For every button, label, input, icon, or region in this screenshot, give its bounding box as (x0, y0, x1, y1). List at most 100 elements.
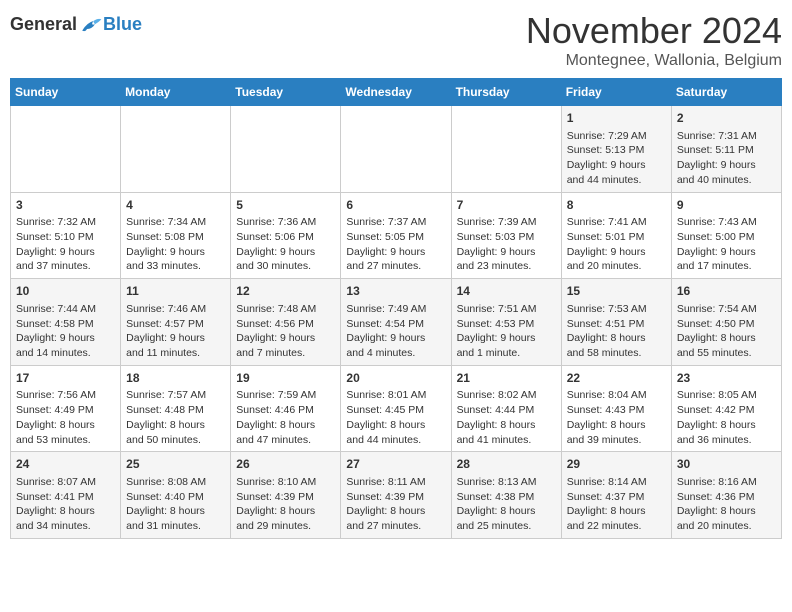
logo-general-text: General (10, 14, 77, 35)
day-number: 17 (16, 370, 115, 387)
day-cell: 5Sunrise: 7:36 AM Sunset: 5:06 PM Daylig… (231, 192, 341, 279)
day-cell: 24 Sunrise: 8:07 AM Sunset: 4:41 PM Dayli… (11, 452, 121, 539)
day-info: Sunrise: 7:34 AM Sunset: 5:08 PM Dayligh… (126, 215, 225, 274)
day-number: 4 (126, 197, 225, 214)
column-header-friday: Friday (561, 79, 671, 106)
day-number: 23 (677, 370, 776, 387)
calendar-table: SundayMondayTuesdayWednesdayThursdayFrid… (10, 78, 782, 539)
location-subtitle: Montegnee, Wallonia, Belgium (526, 52, 782, 70)
day-info: Sunrise: 7:48 AM Sunset: 4:56 PM Dayligh… (236, 302, 335, 361)
day-cell: 17Sunrise: 7:56 AM Sunset: 4:49 PM Dayli… (11, 365, 121, 452)
day-cell (231, 106, 341, 193)
day-info: Sunrise: 7:41 AM Sunset: 5:01 PM Dayligh… (567, 215, 666, 274)
day-info: Sunrise: 7:39 AM Sunset: 5:03 PM Dayligh… (457, 215, 556, 274)
day-number: 1 (567, 110, 666, 127)
day-info: Sunrise: 8:08 AM Sunset: 4:40 PM Dayligh… (126, 475, 225, 534)
day-info: Sunrise: 7:32 AM Sunset: 5:10 PM Dayligh… (16, 215, 115, 274)
column-header-thursday: Thursday (451, 79, 561, 106)
day-cell: 16 Sunrise: 7:54 AM Sunset: 4:50 PM Dayli… (671, 279, 781, 366)
day-number: 2 (677, 110, 776, 127)
day-number: 12 (236, 283, 335, 300)
week-row-5: 24 Sunrise: 8:07 AM Sunset: 4:41 PM Dayli… (11, 452, 782, 539)
day-cell: 26 Sunrise: 8:10 AM Sunset: 4:39 PM Dayli… (231, 452, 341, 539)
day-number: 7 (457, 197, 556, 214)
day-number: 27 (346, 456, 445, 473)
day-number: 22 (567, 370, 666, 387)
day-number: 24 (16, 456, 115, 473)
day-info: Sunrise: 8:05 AM Sunset: 4:42 PM Dayligh… (677, 388, 776, 447)
day-info: Sunrise: 7:59 AM Sunset: 4:46 PM Dayligh… (236, 388, 335, 447)
day-info: Sunrise: 8:13 AM Sunset: 4:38 PM Dayligh… (457, 475, 556, 534)
day-info: Sunrise: 7:51 AM Sunset: 4:53 PM Dayligh… (457, 302, 556, 361)
day-number: 14 (457, 283, 556, 300)
day-info: Sunrise: 8:04 AM Sunset: 4:43 PM Dayligh… (567, 388, 666, 447)
day-cell: 27Sunrise: 8:11 AM Sunset: 4:39 PM Dayli… (341, 452, 451, 539)
week-row-1: 1 Sunrise: 7:29 AM Sunset: 5:13 PM Daylig… (11, 106, 782, 193)
day-info: Sunrise: 7:29 AM Sunset: 5:13 PM Dayligh… (567, 129, 666, 188)
day-number: 25 (126, 456, 225, 473)
day-cell: 25 Sunrise: 8:08 AM Sunset: 4:40 PM Dayli… (121, 452, 231, 539)
day-cell: 19Sunrise: 7:59 AM Sunset: 4:46 PM Dayli… (231, 365, 341, 452)
day-cell: 9Sunrise: 7:43 AM Sunset: 5:00 PM Daylig… (671, 192, 781, 279)
day-cell: 20Sunrise: 8:01 AM Sunset: 4:45 PM Dayli… (341, 365, 451, 452)
day-info: Sunrise: 7:44 AM Sunset: 4:58 PM Dayligh… (16, 302, 115, 361)
month-title: November 2024 (526, 10, 782, 52)
day-number: 16 (677, 283, 776, 300)
logo-blue-text: Blue (103, 14, 142, 35)
day-info: Sunrise: 7:37 AM Sunset: 5:05 PM Dayligh… (346, 215, 445, 274)
day-info: Sunrise: 8:01 AM Sunset: 4:45 PM Dayligh… (346, 388, 445, 447)
day-number: 30 (677, 456, 776, 473)
day-cell: 7Sunrise: 7:39 AM Sunset: 5:03 PM Daylig… (451, 192, 561, 279)
day-info: Sunrise: 8:10 AM Sunset: 4:39 PM Dayligh… (236, 475, 335, 534)
day-info: Sunrise: 7:46 AM Sunset: 4:57 PM Dayligh… (126, 302, 225, 361)
day-number: 6 (346, 197, 445, 214)
day-number: 26 (236, 456, 335, 473)
title-area: November 2024 Montegnee, Wallonia, Belgi… (526, 10, 782, 70)
day-cell (121, 106, 231, 193)
day-cell: 23Sunrise: 8:05 AM Sunset: 4:42 PM Dayli… (671, 365, 781, 452)
day-number: 13 (346, 283, 445, 300)
day-number: 28 (457, 456, 556, 473)
week-row-4: 17Sunrise: 7:56 AM Sunset: 4:49 PM Dayli… (11, 365, 782, 452)
day-number: 8 (567, 197, 666, 214)
day-info: Sunrise: 8:02 AM Sunset: 4:44 PM Dayligh… (457, 388, 556, 447)
day-number: 9 (677, 197, 776, 214)
day-info: Sunrise: 7:57 AM Sunset: 4:48 PM Dayligh… (126, 388, 225, 447)
day-info: Sunrise: 8:14 AM Sunset: 4:37 PM Dayligh… (567, 475, 666, 534)
day-cell: 11Sunrise: 7:46 AM Sunset: 4:57 PM Dayli… (121, 279, 231, 366)
day-number: 19 (236, 370, 335, 387)
day-number: 10 (16, 283, 115, 300)
day-number: 29 (567, 456, 666, 473)
day-info: Sunrise: 8:07 AM Sunset: 4:41 PM Dayligh… (16, 475, 115, 534)
day-number: 3 (16, 197, 115, 214)
day-cell: 8Sunrise: 7:41 AM Sunset: 5:01 PM Daylig… (561, 192, 671, 279)
day-cell: 12 Sunrise: 7:48 AM Sunset: 4:56 PM Dayli… (231, 279, 341, 366)
calendar-header-row: SundayMondayTuesdayWednesdayThursdayFrid… (11, 79, 782, 106)
day-cell (451, 106, 561, 193)
day-info: Sunrise: 7:31 AM Sunset: 5:11 PM Dayligh… (677, 129, 776, 188)
day-info: Sunrise: 7:43 AM Sunset: 5:00 PM Dayligh… (677, 215, 776, 274)
header: General Blue November 2024 Montegnee, Wa… (10, 10, 782, 70)
day-cell: 30 Sunrise: 8:16 AM Sunset: 4:36 PM Dayli… (671, 452, 781, 539)
calendar-body: 1 Sunrise: 7:29 AM Sunset: 5:13 PM Daylig… (11, 106, 782, 539)
day-info: Sunrise: 7:54 AM Sunset: 4:50 PM Dayligh… (677, 302, 776, 361)
day-cell: 18Sunrise: 7:57 AM Sunset: 4:48 PM Dayli… (121, 365, 231, 452)
column-header-saturday: Saturday (671, 79, 781, 106)
day-info: Sunrise: 8:16 AM Sunset: 4:36 PM Dayligh… (677, 475, 776, 534)
day-cell: 29 Sunrise: 8:14 AM Sunset: 4:37 PM Dayli… (561, 452, 671, 539)
day-cell: 14 Sunrise: 7:51 AM Sunset: 4:53 PM Dayli… (451, 279, 561, 366)
day-info: Sunrise: 7:56 AM Sunset: 4:49 PM Dayligh… (16, 388, 115, 447)
column-header-sunday: Sunday (11, 79, 121, 106)
day-info: Sunrise: 7:53 AM Sunset: 4:51 PM Dayligh… (567, 302, 666, 361)
day-cell: 13Sunrise: 7:49 AM Sunset: 4:54 PM Dayli… (341, 279, 451, 366)
week-row-3: 10 Sunrise: 7:44 AM Sunset: 4:58 PM Dayli… (11, 279, 782, 366)
logo-bird-icon (79, 15, 103, 35)
day-cell: 3Sunrise: 7:32 AM Sunset: 5:10 PM Daylig… (11, 192, 121, 279)
day-cell: 1 Sunrise: 7:29 AM Sunset: 5:13 PM Daylig… (561, 106, 671, 193)
day-cell: 10 Sunrise: 7:44 AM Sunset: 4:58 PM Dayli… (11, 279, 121, 366)
day-info: Sunrise: 7:36 AM Sunset: 5:06 PM Dayligh… (236, 215, 335, 274)
day-cell: 4Sunrise: 7:34 AM Sunset: 5:08 PM Daylig… (121, 192, 231, 279)
day-cell: 21Sunrise: 8:02 AM Sunset: 4:44 PM Dayli… (451, 365, 561, 452)
column-header-monday: Monday (121, 79, 231, 106)
day-cell: 15Sunrise: 7:53 AM Sunset: 4:51 PM Dayli… (561, 279, 671, 366)
